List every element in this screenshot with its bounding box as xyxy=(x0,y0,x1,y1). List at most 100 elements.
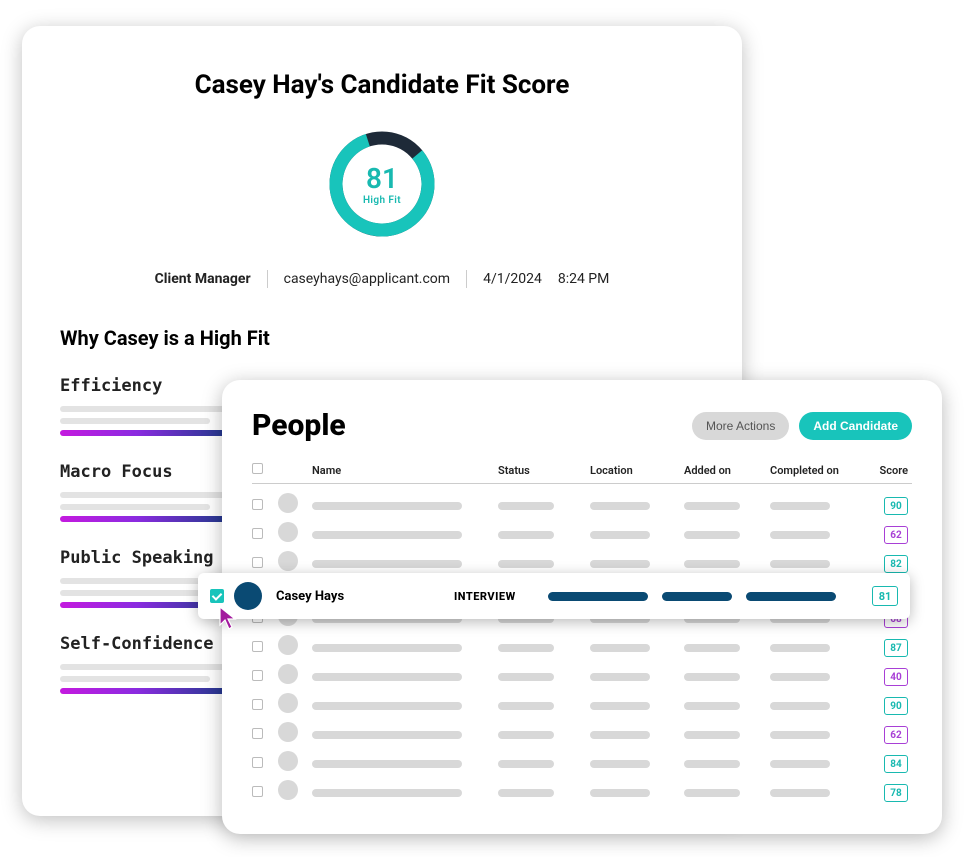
placeholder-bar xyxy=(60,418,210,424)
score-badge: 90 xyxy=(884,697,908,715)
placeholder-bar xyxy=(590,760,650,768)
add-candidate-button[interactable]: Add Candidate xyxy=(799,412,912,440)
score-gauge: 81 High Fit xyxy=(60,128,704,240)
table-row[interactable]: 40 xyxy=(252,661,912,690)
row-checkbox[interactable] xyxy=(252,699,263,710)
avatar xyxy=(278,522,298,542)
placeholder-bar xyxy=(590,502,650,510)
placeholder-bar xyxy=(498,531,554,539)
placeholder-bar xyxy=(684,644,740,652)
col-score[interactable]: Score xyxy=(868,464,908,477)
placeholder-bar xyxy=(662,592,732,601)
placeholder-bar xyxy=(770,560,830,568)
selected-name: Casey Hays xyxy=(276,589,454,604)
avatar xyxy=(278,751,298,771)
placeholder-bar xyxy=(590,531,650,539)
row-checkbox[interactable] xyxy=(252,670,263,681)
placeholder-bar xyxy=(590,560,650,568)
select-all-checkbox[interactable] xyxy=(252,463,263,474)
placeholder-bar xyxy=(770,502,830,510)
placeholder-bar xyxy=(590,673,650,681)
row-checkbox[interactable] xyxy=(252,786,263,797)
table-row[interactable]: 90 xyxy=(252,490,912,519)
placeholder-bar xyxy=(312,502,462,510)
placeholder-bar xyxy=(498,673,554,681)
avatar xyxy=(278,493,298,513)
row-checkbox[interactable] xyxy=(252,757,263,768)
placeholder-bar xyxy=(770,731,830,739)
placeholder-bar xyxy=(312,731,462,739)
score-badge: 40 xyxy=(884,668,908,686)
placeholder-bar xyxy=(312,789,462,797)
divider xyxy=(267,270,268,288)
trait-progress-bar xyxy=(60,516,230,522)
avatar xyxy=(278,551,298,571)
avatar xyxy=(278,780,298,800)
placeholder-bar xyxy=(60,664,230,670)
selected-status: INTERVIEW xyxy=(454,590,548,603)
table-row[interactable]: 87 xyxy=(252,632,912,661)
placeholder-bar xyxy=(498,644,554,652)
table-row[interactable]: 62 xyxy=(252,519,912,548)
row-checkbox-checked[interactable] xyxy=(210,589,224,603)
row-checkbox[interactable] xyxy=(252,499,263,510)
placeholder-bar xyxy=(684,789,740,797)
score-badge: 82 xyxy=(884,555,908,573)
placeholder-bar xyxy=(590,644,650,652)
placeholder-bar xyxy=(312,560,462,568)
score-value: 81 xyxy=(366,162,398,195)
placeholder-bar xyxy=(770,673,830,681)
row-checkbox[interactable] xyxy=(252,641,263,652)
page-title: Casey Hay's Candidate Fit Score xyxy=(60,70,704,100)
col-added[interactable]: Added on xyxy=(684,464,770,477)
avatar xyxy=(278,722,298,742)
placeholder-bar xyxy=(746,592,836,601)
col-completed[interactable]: Completed on xyxy=(770,464,868,477)
selected-row[interactable]: Casey Hays INTERVIEW 81 xyxy=(198,573,910,619)
trait-progress-bar xyxy=(60,688,230,694)
placeholder-bar xyxy=(770,531,830,539)
placeholder-bar xyxy=(60,406,230,412)
placeholder-bar xyxy=(770,789,830,797)
placeholder-bar xyxy=(60,590,210,596)
table-row[interactable]: 78 xyxy=(252,777,912,806)
report-time: 8:24 PM xyxy=(558,271,610,287)
cursor-icon xyxy=(218,605,240,631)
placeholder-bar xyxy=(548,592,648,601)
placeholder-bar xyxy=(684,560,740,568)
trait-progress-bar xyxy=(60,430,230,436)
selected-score: 81 xyxy=(872,586,898,606)
table-row[interactable]: 84 xyxy=(252,748,912,777)
candidate-email: caseyhays@applicant.com xyxy=(284,271,450,287)
divider xyxy=(466,270,467,288)
placeholder-bar xyxy=(684,702,740,710)
placeholder-bar xyxy=(60,676,210,682)
placeholder-bar xyxy=(498,560,554,568)
placeholder-bar xyxy=(684,731,740,739)
col-location[interactable]: Location xyxy=(590,464,684,477)
placeholder-bar xyxy=(498,731,554,739)
placeholder-bar xyxy=(312,531,462,539)
col-status[interactable]: Status xyxy=(498,464,590,477)
more-actions-button[interactable]: More Actions xyxy=(692,412,789,440)
score-label: High Fit xyxy=(363,195,401,206)
table-row[interactable]: 62 xyxy=(252,719,912,748)
placeholder-bar xyxy=(60,504,210,510)
score-badge: 62 xyxy=(884,526,908,544)
placeholder-bar xyxy=(590,731,650,739)
why-heading: Why Casey is a High Fit xyxy=(60,326,704,350)
placeholder-bar xyxy=(312,760,462,768)
candidate-meta: Client Manager caseyhays@applicant.com 4… xyxy=(60,270,704,288)
score-badge: 84 xyxy=(884,755,908,773)
placeholder-bar xyxy=(498,702,554,710)
placeholder-bar xyxy=(312,644,462,652)
placeholder-bar xyxy=(312,673,462,681)
table-row[interactable]: 90 xyxy=(252,690,912,719)
row-checkbox[interactable] xyxy=(252,528,263,539)
table-header: Name Status Location Added on Completed … xyxy=(252,463,912,484)
row-checkbox[interactable] xyxy=(252,728,263,739)
placeholder-bar xyxy=(498,502,554,510)
placeholder-bar xyxy=(590,789,650,797)
row-checkbox[interactable] xyxy=(252,557,263,568)
col-name[interactable]: Name xyxy=(308,464,498,477)
